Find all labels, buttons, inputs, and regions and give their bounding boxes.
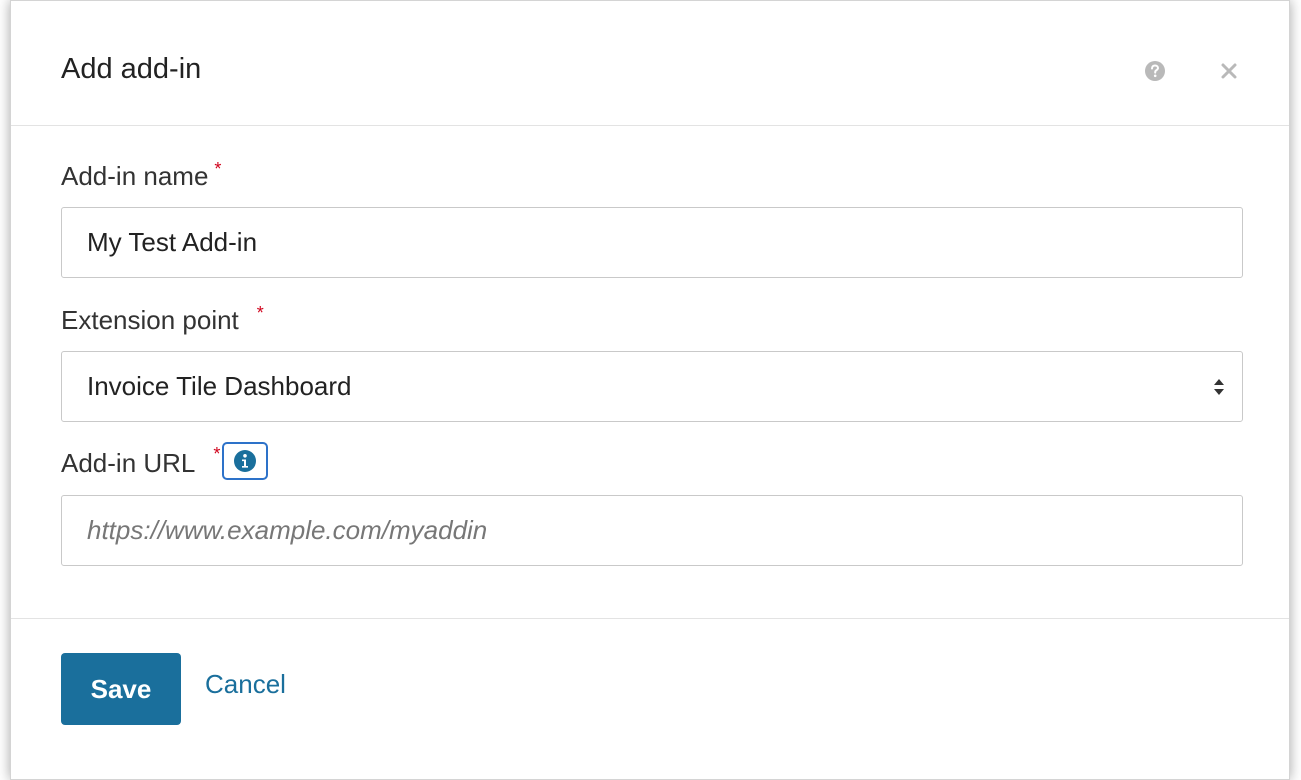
required-marker: * (214, 159, 222, 179)
required-marker: * (213, 444, 221, 464)
sort-arrows-icon (1213, 377, 1225, 397)
addin-name-input[interactable] (61, 207, 1243, 278)
addin-url-label: Add-in URL * (61, 442, 269, 484)
extension-point-label: Extension point * (61, 303, 264, 336)
cancel-button[interactable]: Cancel (205, 669, 286, 700)
addin-url-input[interactable] (61, 495, 1243, 566)
addin-name-label-text: Add-in name (61, 161, 209, 191)
question-circle-icon[interactable] (1143, 59, 1167, 83)
addin-url-label-text: Add-in URL (61, 447, 196, 478)
dialog-header: Add add-in (11, 1, 1289, 126)
extension-point-label-text: Extension point (61, 305, 239, 335)
addin-name-label: Add-in name * (61, 159, 222, 192)
save-button[interactable]: Save (61, 653, 181, 725)
footer-divider (11, 618, 1289, 619)
add-addin-dialog: Add add-in Add-in name* Extension point*… (10, 0, 1290, 780)
required-marker: * (256, 303, 264, 323)
info-circle-icon[interactable] (222, 442, 269, 480)
extension-point-select[interactable]: Invoice Tile Dashboard (61, 351, 1243, 422)
dialog-title: Add add-in (61, 53, 202, 85)
close-icon[interactable] (1217, 59, 1241, 83)
extension-point-selected-value: Invoice Tile Dashboard (87, 371, 352, 401)
